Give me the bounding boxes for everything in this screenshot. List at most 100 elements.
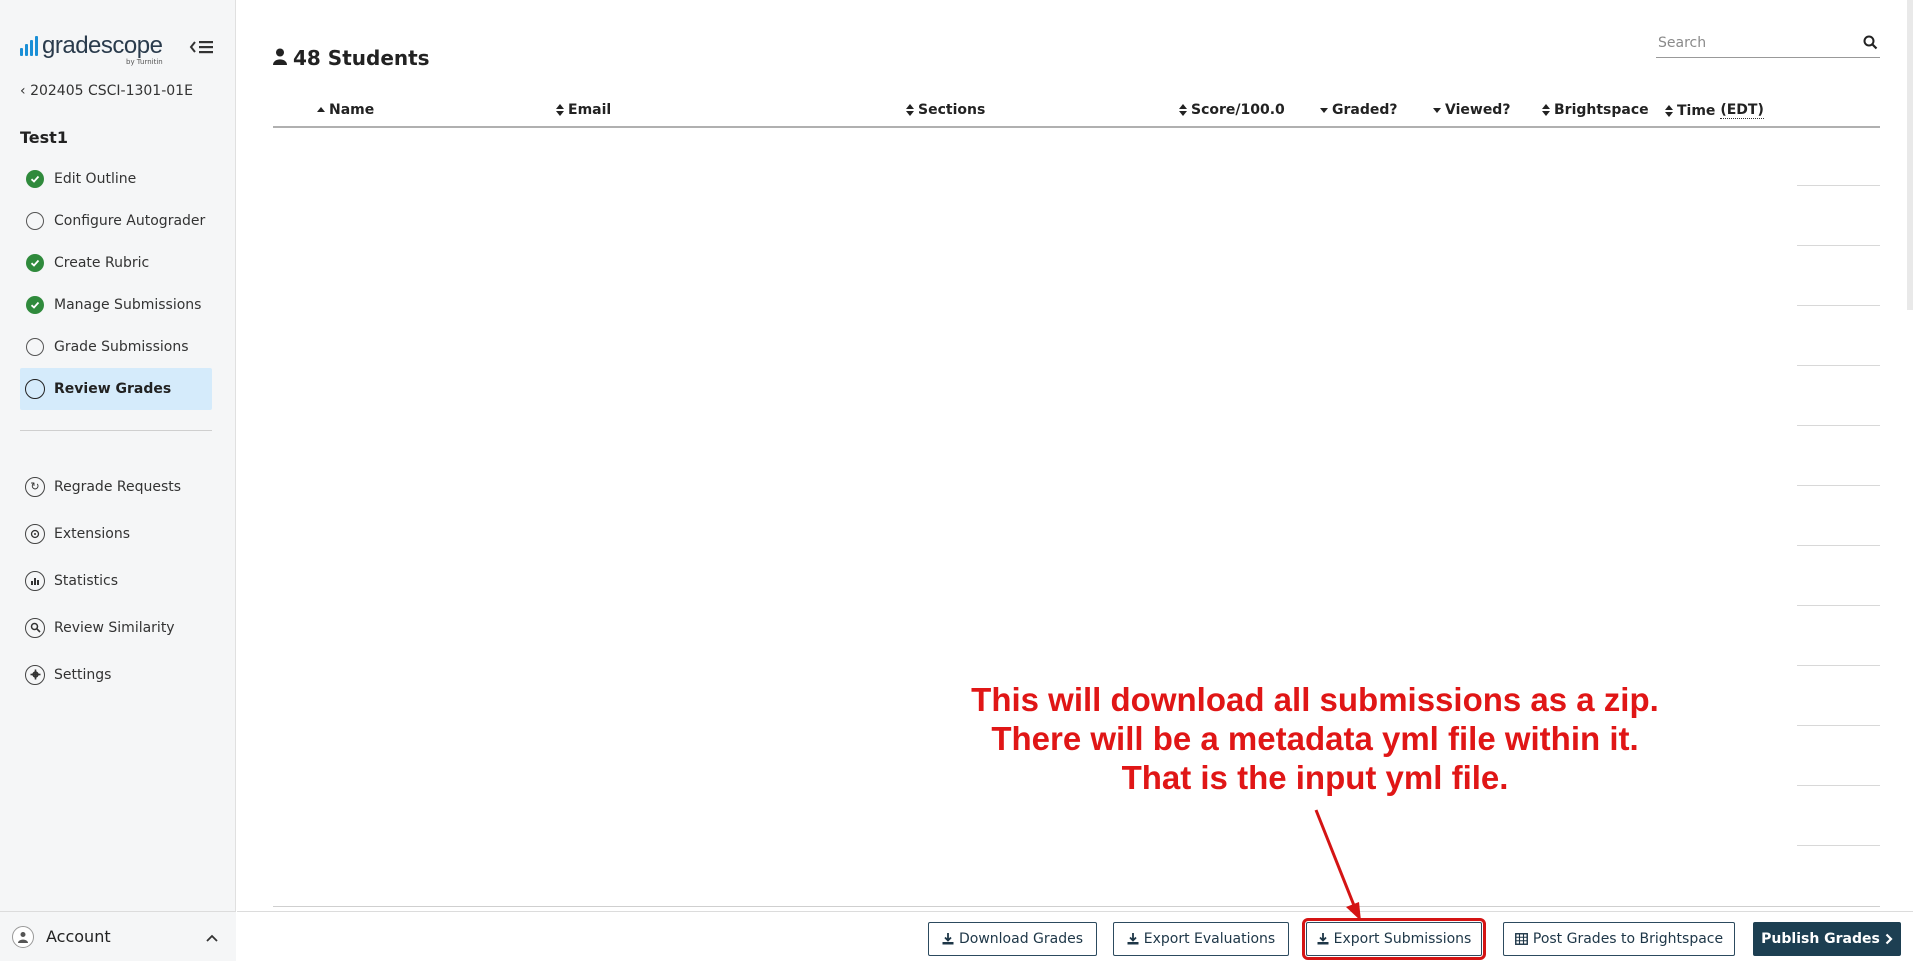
sort-icon — [1542, 104, 1550, 116]
empty-circle-icon — [24, 210, 46, 232]
column-header-email[interactable]: Email — [556, 102, 611, 118]
search-input[interactable] — [1656, 30, 1846, 56]
account-label: Account — [46, 927, 111, 946]
action-footer: Download Grades Export Evaluations Expor… — [237, 911, 1913, 961]
chevron-right-icon — [1885, 933, 1893, 945]
gradescope-logo[interactable]: gradescope — [20, 32, 163, 59]
button-label: Download Grades — [958, 931, 1084, 947]
sidebar: gradescope by Turnitin ‹ 202405 CSCI-130… — [0, 0, 236, 961]
download-grades-button[interactable]: Download Grades — [928, 922, 1097, 956]
table-icon — [1514, 933, 1528, 945]
user-icon — [18, 931, 28, 943]
search-icon[interactable] — [1863, 35, 1878, 54]
export-submissions-button[interactable]: Export Submissions — [1302, 918, 1486, 960]
table-header: Name Email Sections Score/100.0 Graded? … — [273, 98, 1880, 128]
column-header-name[interactable]: Name — [317, 102, 374, 118]
table-row — [1797, 126, 1880, 186]
sidebar-divider — [20, 430, 212, 431]
column-header-viewed[interactable]: Viewed? — [1433, 102, 1510, 118]
column-header-label: Graded? — [1332, 102, 1398, 118]
check-circle-icon — [24, 252, 46, 274]
workflow-nav: Edit Outline Configure Autograder Create… — [20, 158, 212, 410]
scrollbar[interactable] — [1907, 0, 1913, 310]
sort-icon — [556, 104, 564, 116]
logo-row: gradescope by Turnitin — [20, 33, 216, 69]
search-box — [1656, 30, 1880, 58]
nav-item-label: Edit Outline — [54, 171, 137, 187]
nav-item-configure-autograder[interactable]: Configure Autograder — [20, 200, 212, 242]
column-header-label: Score/100.0 — [1191, 102, 1285, 118]
time-zone-label: (EDT) — [1720, 102, 1764, 119]
table-row — [1797, 726, 1880, 786]
tools-nav: ↻ Regrade Requests Extensions Statistics… — [20, 463, 212, 698]
account-menu-toggle[interactable]: Account — [0, 911, 236, 961]
course-back-link[interactable]: ‹ 202405 CSCI-1301-01E — [20, 83, 193, 99]
nav-item-label: Regrade Requests — [54, 478, 182, 495]
table-row — [1797, 546, 1880, 606]
table-bottom-divider — [273, 906, 1880, 907]
assignment-title: Test1 — [20, 128, 68, 147]
collapse-sidebar-button[interactable] — [188, 36, 216, 58]
nav-item-create-rubric[interactable]: Create Rubric — [20, 242, 212, 284]
sort-icon — [906, 104, 914, 116]
nav-item-grade-submissions[interactable]: Grade Submissions — [20, 326, 212, 368]
export-evaluations-button[interactable]: Export Evaluations — [1113, 922, 1289, 956]
nav-item-review-grades[interactable]: Review Grades — [20, 368, 212, 410]
nav-item-label: Configure Autograder — [54, 213, 206, 229]
column-header-time[interactable]: Time (EDT) — [1665, 102, 1764, 119]
annotation-callout: This will download all submissions as a … — [920, 680, 1710, 797]
table-row — [1797, 186, 1880, 246]
button-label: Export Submissions — [1333, 931, 1472, 947]
main-content: 48 Students Name Email Sections Score/10… — [237, 0, 1913, 961]
gear-icon — [25, 664, 45, 685]
collapse-menu-icon — [189, 41, 213, 54]
nav-item-label: Create Rubric — [54, 255, 150, 271]
table-row — [1797, 786, 1880, 846]
button-label: Post Grades to Brightspace — [1532, 931, 1724, 947]
bar-chart-icon — [25, 570, 45, 591]
column-header-score[interactable]: Score/100.0 — [1179, 102, 1285, 118]
nav-item-regrade-requests[interactable]: ↻ Regrade Requests — [20, 463, 212, 510]
column-header-label: Name — [329, 102, 375, 118]
download-icon — [1127, 933, 1139, 945]
nav-item-manage-submissions[interactable]: Manage Submissions — [20, 284, 212, 326]
sort-icon — [1179, 104, 1187, 116]
annotation-line: This will download all submissions as a … — [971, 681, 1659, 718]
nav-item-label: Statistics — [54, 572, 118, 589]
column-header-sections[interactable]: Sections — [906, 102, 985, 118]
table-row — [1797, 606, 1880, 666]
nav-item-review-similarity[interactable]: Review Similarity — [20, 604, 212, 651]
check-circle-icon — [24, 168, 46, 190]
nav-item-label: Review Similarity — [54, 619, 175, 636]
table-row — [1797, 666, 1880, 726]
publish-grades-button[interactable]: Publish Grades — [1753, 922, 1901, 956]
nav-item-label: Grade Submissions — [54, 339, 189, 355]
logo-text: gradescope — [42, 32, 163, 59]
nav-item-label: Settings — [54, 666, 112, 683]
sort-icon — [1665, 104, 1673, 117]
nav-item-label: Review Grades — [54, 381, 172, 397]
post-grades-button[interactable]: Post Grades to Brightspace — [1503, 922, 1735, 956]
nav-item-extensions[interactable]: Extensions — [20, 510, 212, 557]
column-header-label: Viewed? — [1445, 102, 1511, 118]
sort-asc-icon — [317, 106, 325, 114]
table-row — [1797, 366, 1880, 426]
chevron-left-icon: ‹ — [20, 83, 31, 99]
column-header-brightspace[interactable]: Brightspace — [1542, 102, 1649, 118]
page-title: 48 Students — [273, 46, 430, 70]
sort-desc-icon — [1320, 106, 1328, 114]
nav-item-statistics[interactable]: Statistics — [20, 557, 212, 604]
table-row — [1797, 426, 1880, 486]
column-header-graded[interactable]: Graded? — [1320, 102, 1398, 118]
nav-item-edit-outline[interactable]: Edit Outline — [20, 158, 212, 200]
button-label: Publish Grades — [1761, 931, 1880, 947]
students-count-title: 48 Students — [293, 46, 430, 70]
column-header-label: Time — [1677, 102, 1716, 119]
column-header-label: Brightspace — [1554, 102, 1649, 118]
annotation-line: There will be a metadata yml file within… — [991, 720, 1639, 757]
download-icon — [942, 933, 954, 945]
nav-item-settings[interactable]: Settings — [20, 651, 212, 698]
chevron-up-icon — [206, 927, 218, 946]
button-label: Export Evaluations — [1143, 931, 1276, 947]
refresh-icon: ↻ — [25, 476, 45, 497]
